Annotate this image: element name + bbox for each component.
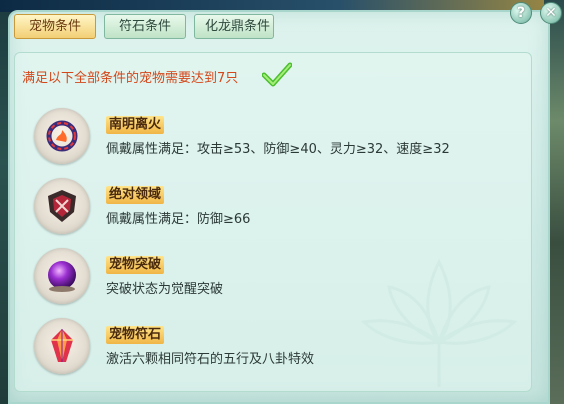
help-button[interactable]: ? <box>510 2 532 24</box>
condition-title: 绝对领域 <box>106 186 165 204</box>
condition-row: 宠物突破 突破状态为觉醒突破 <box>34 248 514 310</box>
condition-desc: 佩戴属性满足：防御≥66 <box>106 212 251 227</box>
condition-title: 宠物符石 <box>106 326 165 344</box>
crystal-icon <box>34 318 90 374</box>
condition-desc: 佩戴属性满足：攻击≥53、防御≥40、灵力≥32、速度≥32 <box>106 142 450 157</box>
condition-title: 宠物突破 <box>106 256 165 274</box>
condition-row: 宠物符石 激活六颗相同符石的五行及八卦特效 <box>34 318 514 380</box>
shield-crest-icon <box>34 178 90 234</box>
summary-text: 满足以下全部条件的宠物需要达到7只 <box>22 71 239 86</box>
tab-pet-conditions[interactable]: 宠物条件 <box>14 14 96 39</box>
condition-row: 南明离火 佩戴属性满足：攻击≥53、防御≥40、灵力≥32、速度≥32 <box>34 108 514 170</box>
purple-orb-icon <box>34 248 90 304</box>
tab-dragon-cauldron-conditions[interactable]: 化龙鼎条件 <box>194 14 274 39</box>
check-icon <box>262 62 292 87</box>
fire-ring-icon <box>34 108 90 164</box>
close-button[interactable]: ✕ <box>540 2 562 24</box>
tab-rune-conditions[interactable]: 符石条件 <box>104 14 186 39</box>
condition-desc: 激活六颗相同符石的五行及八卦特效 <box>106 352 315 367</box>
condition-row: 绝对领域 佩戴属性满足：防御≥66 <box>34 178 514 240</box>
condition-title: 南明离火 <box>106 116 165 134</box>
condition-desc: 突破状态为觉醒突破 <box>106 282 224 297</box>
